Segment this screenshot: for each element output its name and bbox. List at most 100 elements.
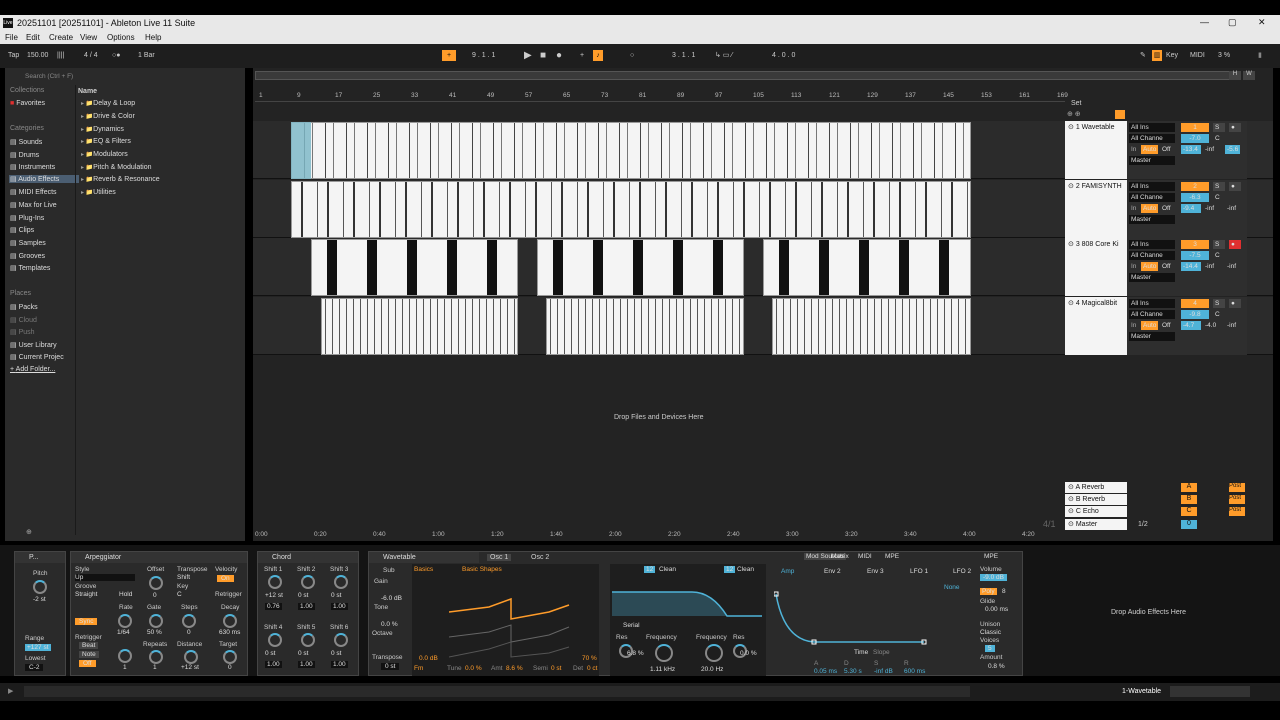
fold-icon[interactable]: ⊙ (1068, 124, 1076, 131)
draw-icon[interactable]: ✎ (1140, 50, 1146, 61)
menu-create[interactable]: Create (49, 33, 73, 42)
unison-select[interactable]: Classic (980, 629, 1001, 636)
output-select[interactable]: Master (1129, 273, 1175, 282)
rate-knob[interactable] (118, 614, 132, 628)
folder-modulators[interactable]: Modulators (81, 151, 128, 158)
return-a-button[interactable]: A (1181, 483, 1197, 492)
folder-utilities[interactable]: Utilities (81, 189, 116, 196)
solo-button[interactable]: S (1213, 123, 1225, 132)
pan-field[interactable]: C (1213, 193, 1227, 202)
monitor-auto[interactable]: Auto (1141, 321, 1159, 330)
amount-value[interactable]: 0.8 % (988, 663, 1005, 670)
volume-field[interactable]: -9.8 (1181, 310, 1209, 319)
menu-options[interactable]: Options (107, 33, 135, 42)
solo-button[interactable]: S (1213, 182, 1225, 191)
volume-field[interactable]: -7.0 (1181, 134, 1209, 143)
arm-button[interactable]: ● (1229, 182, 1241, 191)
record-mode-icon[interactable]: ○● (112, 50, 120, 61)
volume-value[interactable]: -9.0 dB (980, 574, 1007, 581)
mod-tab[interactable]: MPE (885, 553, 899, 560)
groove-select[interactable]: Straight (75, 591, 97, 598)
semi-value[interactable]: 0 st (551, 665, 561, 672)
mod-tab[interactable]: MIDI (858, 553, 872, 560)
osc1-tab[interactable]: Osc 1 (487, 554, 512, 561)
monitor-off[interactable]: Off (1160, 321, 1173, 330)
pan-field[interactable]: C (1213, 134, 1227, 143)
filter2-circuit[interactable]: Clean (737, 566, 754, 573)
minimize-button[interactable]: — (1200, 17, 1209, 27)
filter1-circuit[interactable]: Clean (659, 566, 676, 573)
drop-files-hint[interactable]: Drop Files and Devices Here (614, 414, 703, 421)
fold-icon[interactable]: ⊙ (1068, 241, 1076, 248)
velocity-value[interactable]: 1.00 (331, 603, 348, 610)
env-tab[interactable]: Env 2 (824, 568, 841, 575)
tap-button[interactable]: Tap (8, 50, 19, 61)
env-tab[interactable]: LFO 1 (910, 568, 928, 575)
filter2-slope[interactable]: 12 (724, 566, 736, 573)
repeats-knob[interactable] (149, 650, 163, 664)
overview-strip[interactable] (255, 71, 1235, 80)
keyboard-icon[interactable]: ▥ (1152, 50, 1162, 61)
clip-track1[interactable] (291, 122, 971, 179)
osc-gain-value[interactable]: 0.0 dB (419, 655, 438, 662)
hold-button[interactable]: Hold (119, 591, 132, 598)
wavetable-select[interactable]: Basic Shapes (462, 566, 502, 573)
freq2-knob[interactable] (705, 644, 723, 662)
mpe-toggle[interactable]: MPE (984, 553, 998, 560)
retrigger-beat[interactable]: Beat (79, 642, 99, 649)
midi-map-button[interactable]: MIDI (1190, 50, 1205, 61)
sidebar-item-packs[interactable]: ▤ Packs (10, 303, 38, 311)
fm-select[interactable]: Fm (414, 665, 423, 672)
folder-pitch-modulation[interactable]: Pitch & Modulation (81, 164, 151, 171)
folder-drive-color[interactable]: Drive & Color (81, 113, 135, 120)
poly-toggle[interactable]: Poly (980, 588, 997, 595)
solo-button[interactable]: S (1213, 299, 1225, 308)
position-value[interactable]: 70 % (582, 655, 597, 662)
det-value[interactable]: 0 ct (587, 665, 597, 672)
sidebar-item-samples[interactable]: ▤ Samples (10, 239, 46, 247)
monitor-in[interactable]: In (1129, 145, 1138, 154)
loop-start[interactable]: 3 . 1 . 1 (672, 50, 695, 61)
info-icon[interactable]: ▶ (8, 687, 13, 695)
tempo-field[interactable]: 150.00 (27, 50, 48, 61)
sidebar-item-max-for-live[interactable]: ▤ Max for Live (10, 201, 57, 209)
adsr-value[interactable]: 5.30 s (844, 668, 862, 675)
wavetable-display[interactable] (449, 577, 579, 667)
clip-track4-a[interactable] (321, 298, 518, 355)
loop-icon[interactable]: ○ (630, 50, 634, 61)
loop-length[interactable]: 4 . 0 . 0 (772, 50, 795, 61)
style-select[interactable]: Up (75, 574, 135, 581)
velocity-value[interactable]: 0.76 (265, 603, 282, 610)
track-activator[interactable]: 3 (1181, 240, 1209, 249)
channel-select[interactable]: All Channe (1129, 310, 1175, 319)
sidebar-item-instruments[interactable]: ▤ Instruments (10, 163, 55, 171)
adsr-value[interactable]: 0.05 ms (814, 668, 837, 675)
velocity-toggle[interactable]: On (217, 575, 234, 582)
monitor-off[interactable]: Off (1160, 262, 1173, 271)
device-title[interactable]: Arpeggiator (71, 552, 247, 563)
clip-track2[interactable] (291, 181, 971, 238)
return-b-button[interactable]: B (1181, 495, 1197, 504)
pan-field[interactable]: C (1213, 251, 1227, 260)
key-map-button[interactable]: Key (1166, 50, 1178, 61)
time-ruler[interactable]: 0:00 0:20 0:40 1:00 1:20 1:40 2:00 2:20 2:40 3:00… (255, 531, 1065, 541)
clip-track3-a[interactable] (311, 239, 518, 296)
sidebar-item-user-library[interactable]: ▤ User Library (10, 341, 57, 349)
env-tab[interactable]: Env 3 (867, 568, 884, 575)
lowest-value[interactable]: C-2 (25, 664, 44, 671)
monitor-in[interactable]: In (1129, 262, 1138, 271)
overview-view-button-w[interactable]: W (1243, 71, 1255, 80)
fold-icon[interactable]: ⊙ (1068, 508, 1076, 515)
master-volume[interactable]: 0 (1181, 520, 1197, 529)
track-activator[interactable]: 2 (1181, 182, 1209, 191)
osc2-tab[interactable]: Osc 2 (531, 554, 549, 561)
sidebar-item-midi-effects[interactable]: ▤ MIDI Effects (10, 188, 57, 196)
shift-knob[interactable] (268, 633, 282, 647)
post-button-b[interactable]: Post (1229, 495, 1245, 504)
metronome-icon[interactable]: |||| (57, 50, 64, 61)
shift-knob[interactable] (301, 633, 315, 647)
maximize-button[interactable]: ▢ (1228, 17, 1237, 28)
sidebar-item-templates[interactable]: ▤ Templates (10, 264, 50, 272)
sidebar-item-sounds[interactable]: ▤ Sounds (10, 138, 42, 146)
quantize-select[interactable]: 1 Bar (138, 50, 155, 61)
